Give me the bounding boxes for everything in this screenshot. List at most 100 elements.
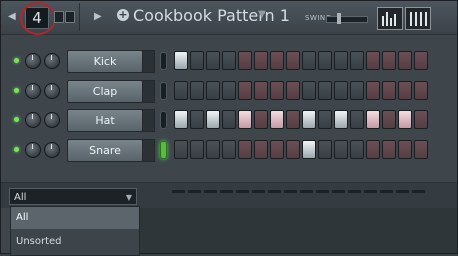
step-button[interactable] (302, 51, 316, 70)
channel-drag-handle[interactable] (142, 139, 155, 162)
step-button[interactable] (398, 51, 412, 70)
step-button[interactable] (270, 81, 284, 100)
channel-select-indicator[interactable] (160, 52, 167, 70)
channel-drag-handle[interactable] (142, 109, 155, 132)
step-button[interactable] (318, 81, 332, 100)
step-button[interactable] (254, 110, 268, 129)
step-button[interactable] (254, 140, 268, 159)
channel-name-button[interactable]: Hat (67, 109, 143, 132)
options-arrow-icon[interactable]: ◀ (8, 11, 16, 22)
step-button[interactable] (350, 140, 364, 159)
step-button[interactable] (190, 81, 204, 100)
channel-name-button[interactable]: Snare (67, 139, 143, 162)
step-button[interactable] (350, 51, 364, 70)
step-button[interactable] (254, 51, 268, 70)
step-button[interactable] (286, 140, 300, 159)
step-button[interactable] (206, 81, 220, 100)
channel-drag-handle[interactable] (142, 50, 155, 73)
step-button[interactable] (382, 140, 396, 159)
step-button[interactable] (222, 110, 236, 129)
step-button[interactable] (222, 81, 236, 100)
step-button[interactable] (270, 140, 284, 159)
chevron-down-icon[interactable]: ▼ (258, 9, 266, 20)
channel-name-button[interactable]: Kick (67, 50, 143, 73)
step-button[interactable] (286, 110, 300, 129)
step-button[interactable] (174, 81, 188, 100)
pan-knob[interactable] (44, 112, 60, 128)
step-button[interactable] (318, 51, 332, 70)
step-button[interactable] (382, 110, 396, 129)
step-button[interactable] (414, 140, 428, 159)
graph-editor-button[interactable] (377, 7, 403, 30)
channel-select-indicator[interactable] (160, 82, 167, 100)
volume-knob[interactable] (25, 83, 41, 99)
pan-knob[interactable] (44, 142, 60, 158)
step-button[interactable] (398, 81, 412, 100)
step-button[interactable] (366, 140, 380, 159)
step-button[interactable] (350, 110, 364, 129)
swing-slider[interactable] (326, 16, 368, 23)
step-button[interactable] (398, 110, 412, 129)
step-button[interactable] (334, 140, 348, 159)
step-button[interactable] (302, 81, 316, 100)
step-button[interactable] (350, 81, 364, 100)
step-button[interactable] (238, 140, 252, 159)
step-button[interactable] (414, 81, 428, 100)
step-button[interactable] (334, 110, 348, 129)
volume-knob[interactable] (25, 53, 41, 69)
step-button[interactable] (270, 110, 284, 129)
step-button[interactable] (302, 110, 316, 129)
expand-arrow-icon[interactable]: ▶ (94, 11, 102, 22)
step-button[interactable] (270, 51, 284, 70)
channel-select-indicator[interactable] (160, 141, 167, 159)
pattern-up-icon[interactable] (54, 11, 64, 23)
step-button[interactable] (174, 140, 188, 159)
volume-knob[interactable] (25, 112, 41, 128)
step-button[interactable] (206, 140, 220, 159)
step-button[interactable] (238, 51, 252, 70)
step-button[interactable] (190, 110, 204, 129)
channel-active-led[interactable] (14, 147, 19, 152)
step-button[interactable] (238, 110, 252, 129)
channel-name-button[interactable]: Clap (67, 80, 143, 103)
pattern-down-icon[interactable] (65, 11, 75, 23)
step-button[interactable] (414, 51, 428, 70)
step-button[interactable] (366, 51, 380, 70)
step-button[interactable] (414, 110, 428, 129)
pan-knob[interactable] (44, 83, 60, 99)
channel-drag-handle[interactable] (142, 80, 155, 103)
volume-knob[interactable] (25, 142, 41, 158)
step-button[interactable] (334, 51, 348, 70)
channel-active-led[interactable] (14, 58, 19, 63)
step-button[interactable] (286, 81, 300, 100)
step-button[interactable] (174, 110, 188, 129)
channel-select-indicator[interactable] (160, 111, 167, 129)
channel-active-led[interactable] (14, 88, 19, 93)
swing-slider-handle[interactable] (337, 13, 341, 24)
pan-knob[interactable] (44, 53, 60, 69)
step-button[interactable] (398, 140, 412, 159)
add-pattern-icon[interactable]: + (117, 9, 129, 21)
filter-option-all[interactable]: All (11, 207, 139, 229)
step-button[interactable] (334, 81, 348, 100)
step-button[interactable] (190, 140, 204, 159)
step-button[interactable] (318, 110, 332, 129)
step-button[interactable] (190, 51, 204, 70)
step-button[interactable] (382, 81, 396, 100)
channel-filter-dropdown[interactable]: All ▼ (9, 188, 137, 205)
keyboard-editor-button[interactable] (405, 7, 431, 30)
step-button[interactable] (206, 110, 220, 129)
step-button[interactable] (222, 140, 236, 159)
step-button[interactable] (366, 81, 380, 100)
step-button[interactable] (222, 51, 236, 70)
pattern-name[interactable]: Cookbook Pattern 1 (133, 6, 290, 25)
step-button[interactable] (238, 81, 252, 100)
step-button[interactable] (206, 51, 220, 70)
step-button[interactable] (286, 51, 300, 70)
channel-active-led[interactable] (14, 117, 19, 122)
step-button[interactable] (254, 81, 268, 100)
step-button[interactable] (174, 51, 188, 70)
filter-option-unsorted[interactable]: Unsorted (11, 231, 139, 253)
step-button[interactable] (302, 140, 316, 159)
step-button[interactable] (318, 140, 332, 159)
